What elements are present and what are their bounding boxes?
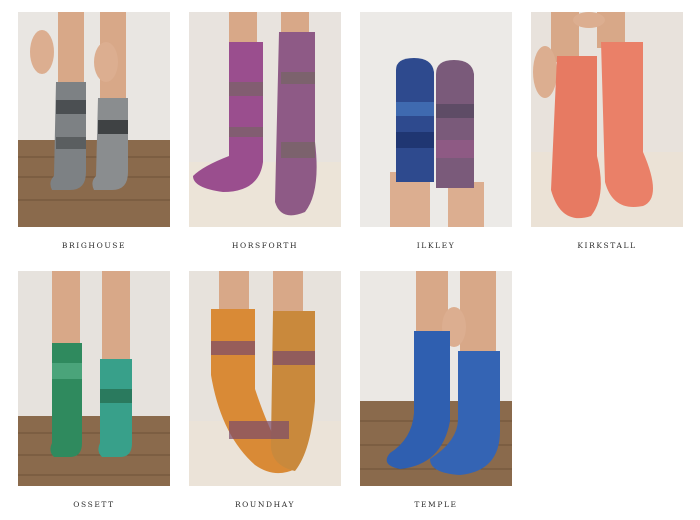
orange-purple-socks-image[interactable] <box>189 271 341 486</box>
product-label[interactable]: TEMPLE <box>360 500 512 509</box>
product-label[interactable]: KIRKSTALL <box>531 241 683 250</box>
green-socks-image[interactable] <box>18 271 170 486</box>
product-card-kirkstall[interactable]: KIRKSTALL <box>531 12 683 250</box>
product-card-temple[interactable]: TEMPLE <box>360 271 512 509</box>
coral-socks-image[interactable] <box>531 12 683 227</box>
product-label[interactable]: OSSETT <box>18 500 170 509</box>
product-card-brighouse[interactable]: BRIGHOUSE <box>18 12 170 250</box>
purple-socks-image[interactable] <box>189 12 341 227</box>
product-label[interactable]: ILKLEY <box>360 241 512 250</box>
blue-socks-image[interactable] <box>360 271 512 486</box>
blue-purple-socks-image[interactable] <box>360 12 512 227</box>
product-card-roundhay[interactable]: ROUNDHAY <box>189 271 341 509</box>
gray-socks-image[interactable] <box>18 12 170 227</box>
product-card-ossett[interactable]: OSSETT <box>18 271 170 509</box>
product-card-horsforth[interactable]: HORSFORTH <box>189 12 341 250</box>
product-label[interactable]: HORSFORTH <box>189 241 341 250</box>
product-label[interactable]: BRIGHOUSE <box>18 241 170 250</box>
product-card-ilkley[interactable]: ILKLEY <box>360 12 512 250</box>
product-label[interactable]: ROUNDHAY <box>189 500 341 509</box>
